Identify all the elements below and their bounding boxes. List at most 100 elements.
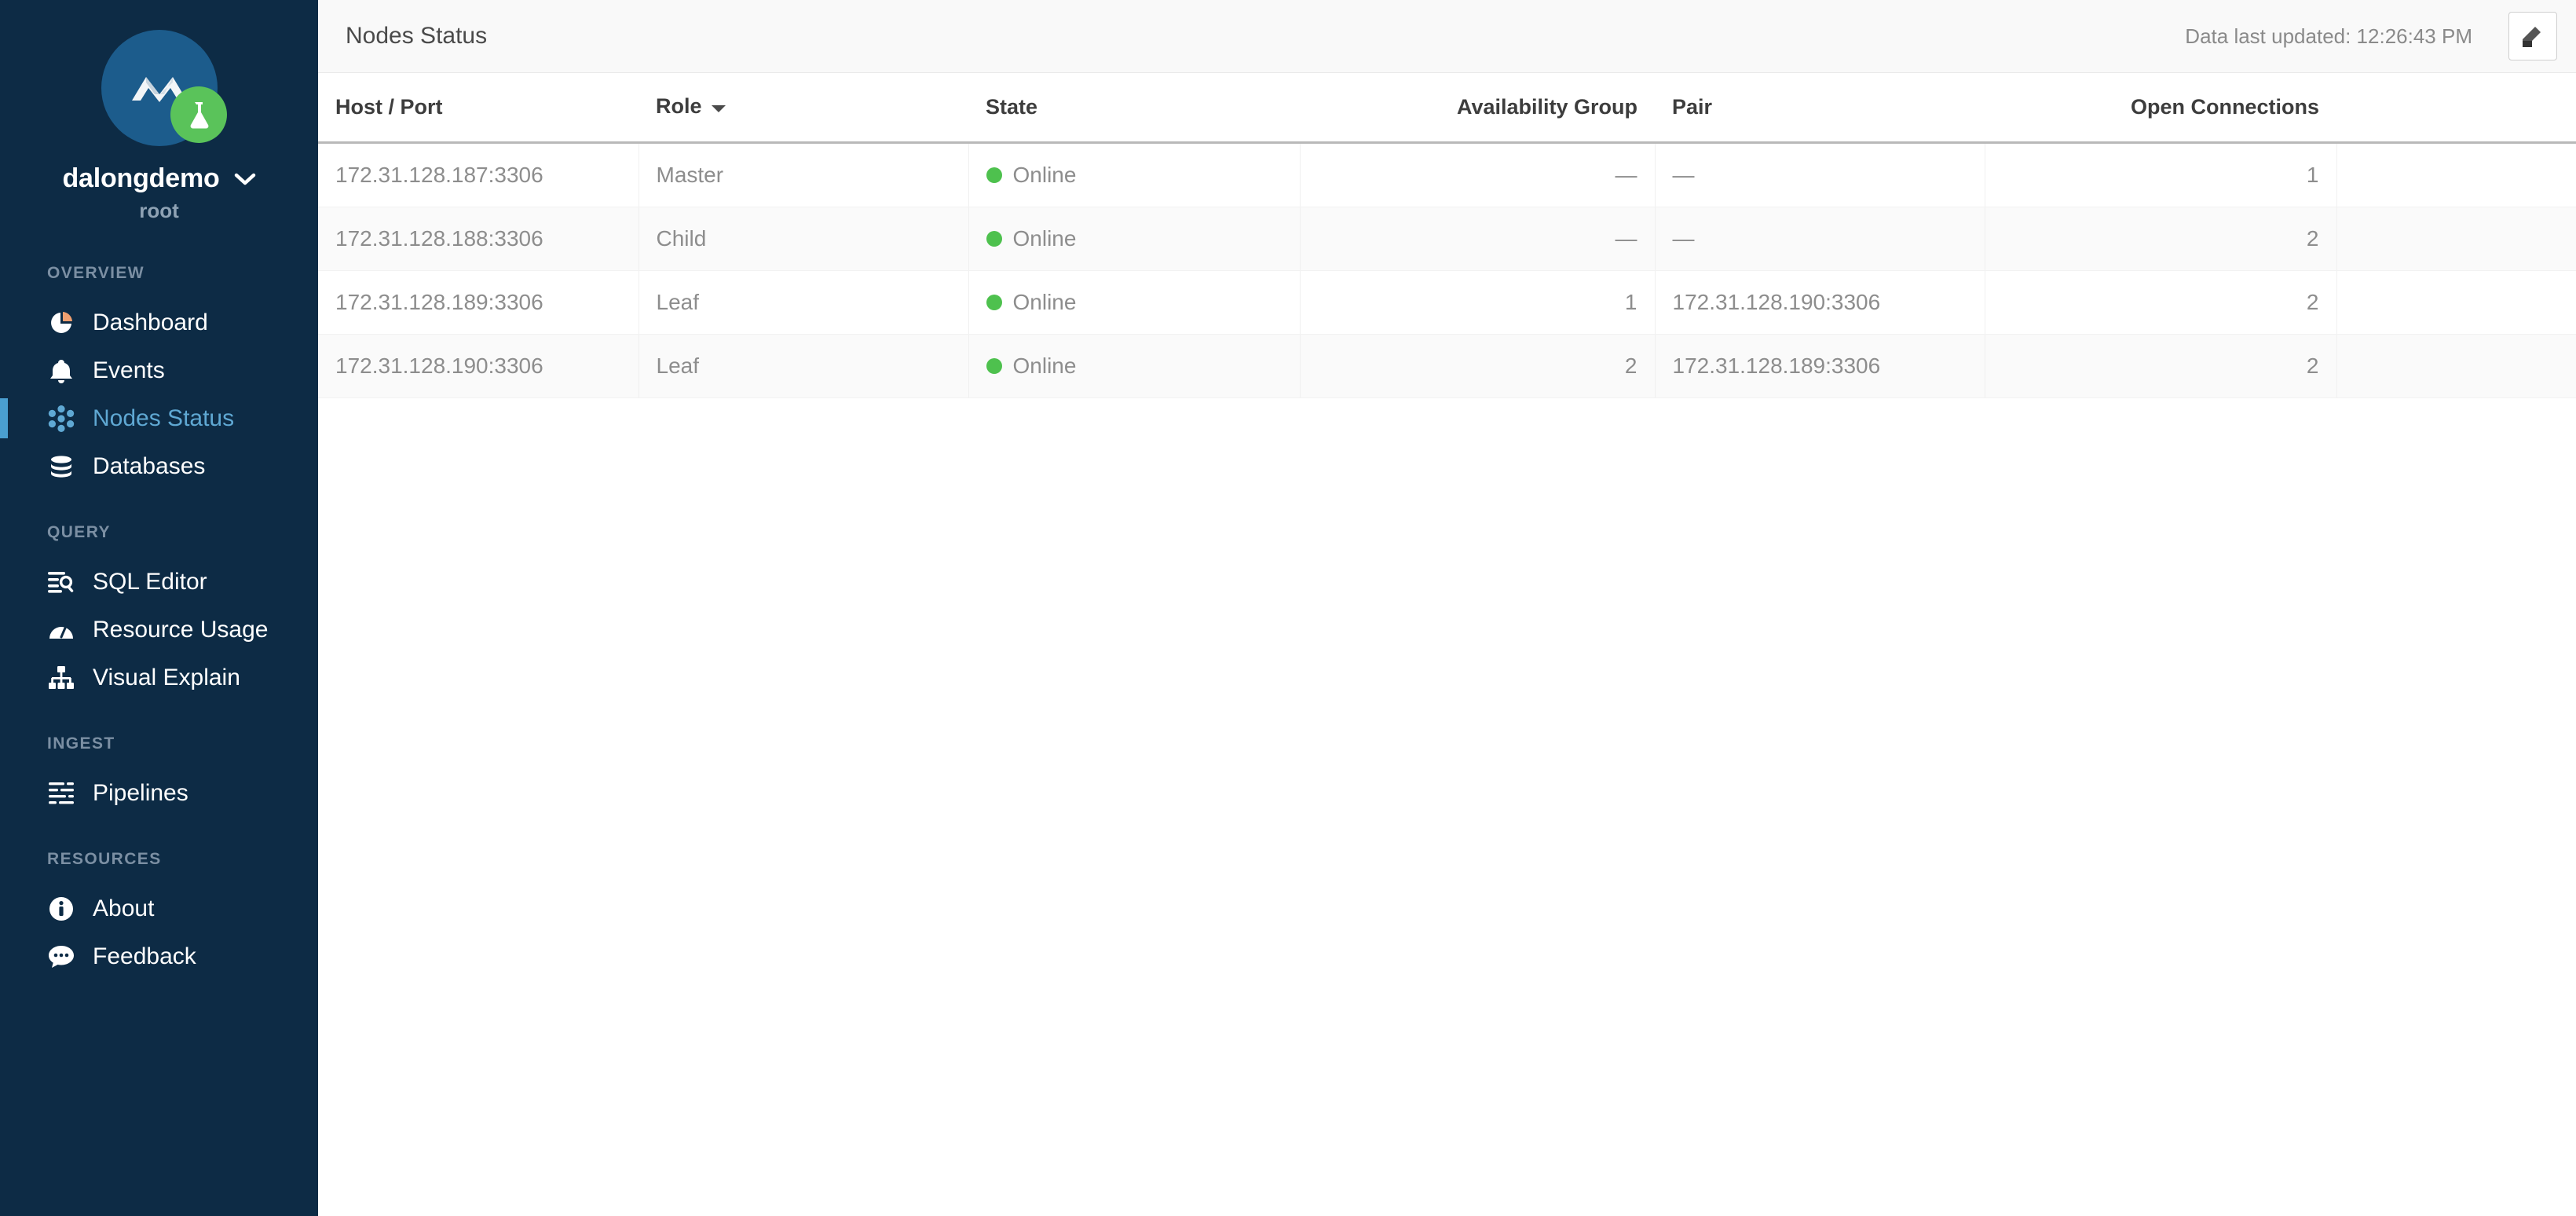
- nav-heading-overview: OVERVIEW: [47, 264, 145, 282]
- sidebar-item-databases[interactable]: Databases: [0, 442, 318, 490]
- table-row[interactable]: 172.31.128.188:3306ChildOnline——20.24: [318, 207, 2576, 271]
- edit-square-button[interactable]: [2508, 12, 2557, 60]
- sidebar-item-label: Pipelines: [93, 779, 188, 806]
- cell-state: Online: [968, 334, 1301, 398]
- cell-pair: 172.31.128.189:3306: [1655, 334, 1985, 398]
- account-switcher[interactable]: dalongdemo: [0, 163, 318, 194]
- flask-icon: [190, 102, 208, 129]
- nodes-status-table: Host / Port Role State Availability Group Pa…: [318, 73, 2576, 398]
- sidebar-item-dashboard[interactable]: Dashboard: [0, 299, 318, 346]
- status-label: Online: [1012, 289, 1077, 314]
- sort-descending-icon[interactable]: [710, 95, 727, 119]
- sidebar-item-label: About: [93, 895, 155, 921]
- column-header-label: Pair: [1672, 94, 1713, 119]
- sidebar-item-label: SQL Editor: [93, 568, 207, 595]
- account-block: dalongdemo root: [0, 0, 318, 223]
- column-header-label: Host / Port: [335, 94, 443, 119]
- gauge-icon: [47, 616, 75, 644]
- sidebar-item-label: Databases: [93, 452, 206, 479]
- column-header-label: Open Connections: [2130, 94, 2319, 119]
- sidebar-item-feedback[interactable]: Feedback: [0, 932, 318, 980]
- status-badge: Online: [986, 335, 1283, 397]
- column-header-label: State: [986, 94, 1038, 119]
- cell-average-latency: 0.28: [2336, 334, 2576, 398]
- cell-open-connections: 2: [1985, 270, 2337, 335]
- cell-availability-group: —: [1300, 142, 1656, 207]
- column-header-label: Role: [656, 94, 702, 119]
- status-label: Online: [1012, 353, 1077, 378]
- cell-role: Master: [639, 142, 969, 207]
- pipeline-list-icon: [47, 779, 75, 808]
- last-updated-text: Data last updated: 12:26:43 PM: [2185, 24, 2472, 48]
- avatar: [101, 30, 227, 146]
- sidebar-item-pipelines[interactable]: Pipelines: [0, 769, 318, 817]
- sidebar-item-label: Visual Explain: [93, 664, 240, 690]
- cell-average-latency: 0.23: [2336, 270, 2576, 335]
- account-name: dalongdemo: [62, 163, 220, 193]
- cell-open-connections: 2: [1985, 334, 2337, 398]
- status-dot-icon: [986, 294, 1002, 310]
- nav-section-ingest: INGEST Pipelines: [0, 734, 318, 817]
- environment-badge: [170, 86, 227, 143]
- column-header-role[interactable]: Role: [639, 73, 968, 144]
- column-header-availability-group[interactable]: Availability Group: [1300, 73, 1655, 144]
- column-header-state[interactable]: State: [968, 73, 1300, 144]
- cell-role: Child: [639, 207, 969, 271]
- cell-open-connections: 1: [1985, 142, 2337, 207]
- status-badge: Online: [986, 144, 1283, 207]
- sidebar-item-label: Feedback: [93, 943, 196, 969]
- info-circle-icon: [47, 895, 75, 923]
- page-header: Nodes Status Data last updated: 12:26:43…: [318, 0, 2576, 73]
- status-dot-icon: [986, 230, 1002, 247]
- sidebar-item-visual-explain[interactable]: Visual Explain: [0, 654, 318, 701]
- table-row[interactable]: 172.31.128.190:3306 Leaf Online 2 172.31.128…: [318, 334, 2576, 398]
- status-badge: Online: [986, 271, 1283, 334]
- cell-average-latency: 0.24: [2336, 207, 2576, 271]
- nav-section-query: QUERY SQL Editor Resource Usage Visual E…: [0, 523, 318, 701]
- sql-search-icon: [47, 568, 75, 596]
- cell-open-connections: 2: [1985, 207, 2337, 271]
- cell-average-latency: [2336, 142, 2576, 207]
- sitemap-icon: [47, 664, 75, 692]
- chevron-down-icon[interactable]: [234, 172, 256, 186]
- account-role: root: [139, 199, 179, 222]
- table-row[interactable]: 172.31.128.189:3306 Leaf Online 1 172.31.128…: [318, 270, 2576, 335]
- cell-role: Leaf: [639, 270, 969, 335]
- table-header: Host / Port Role State Availability Group Pa…: [318, 73, 2576, 144]
- column-header-open-connections[interactable]: Open Connections: [1985, 73, 2336, 144]
- table-row[interactable]: 172.31.128.187:3306 Master Online — —1: [318, 142, 2576, 207]
- column-header-label: Availability Group: [1456, 94, 1637, 119]
- cell-availability-group: 1: [1300, 270, 1656, 335]
- status-label: Online: [1012, 225, 1077, 251]
- cell-state: Online: [968, 207, 1301, 271]
- cell-host-port: 172.31.128.190:3306: [318, 334, 639, 398]
- cell-host-port: 172.31.128.188:3306: [318, 207, 639, 271]
- sidebar: dalongdemo root OVERVIEW Dashboard Event…: [0, 0, 318, 1216]
- status-dot-icon: [986, 167, 1002, 183]
- nav-heading-resources: RESOURCES: [47, 850, 162, 868]
- sidebar-item-events[interactable]: Events: [0, 346, 318, 394]
- pie-chart-icon: [47, 309, 75, 337]
- column-header-host-port[interactable]: Host / Port: [318, 73, 639, 144]
- sidebar-item-label: Events: [93, 357, 165, 383]
- main-content: Nodes Status Data last updated: 12:26:43…: [318, 0, 2576, 1216]
- sidebar-item-nodes-status[interactable]: Nodes Status: [0, 394, 318, 442]
- bell-icon: [47, 357, 75, 385]
- nodes-cluster-icon: [47, 405, 75, 433]
- cell-availability-group: —: [1300, 207, 1656, 271]
- column-header-pair[interactable]: Pair: [1655, 73, 1985, 144]
- table-header-row: Host / Port Role State Availability Group Pa…: [318, 73, 2576, 144]
- nav-section-resources: RESOURCES About Feedback: [0, 850, 318, 980]
- app-root: dalongdemo root OVERVIEW Dashboard Event…: [0, 0, 2576, 1216]
- sidebar-item-resource-usage[interactable]: Resource Usage: [0, 606, 318, 654]
- nodes-table-container: Host / Port Role State Availability Group Pa…: [318, 73, 2576, 1216]
- sidebar-item-sql-editor[interactable]: SQL Editor: [0, 558, 318, 606]
- sidebar-item-about[interactable]: About: [0, 885, 318, 932]
- sidebar-item-label: Nodes Status: [93, 405, 235, 431]
- cell-pair: —: [1655, 207, 1985, 271]
- nav-heading-ingest: INGEST: [47, 734, 115, 753]
- nav-section-overview: OVERVIEW Dashboard Events Nodes Status D…: [0, 264, 318, 490]
- column-header-average-latency[interactable]: Average Latency: [2336, 73, 2576, 144]
- sidebar-item-label: Resource Usage: [93, 616, 269, 643]
- cell-role: Leaf: [639, 334, 969, 398]
